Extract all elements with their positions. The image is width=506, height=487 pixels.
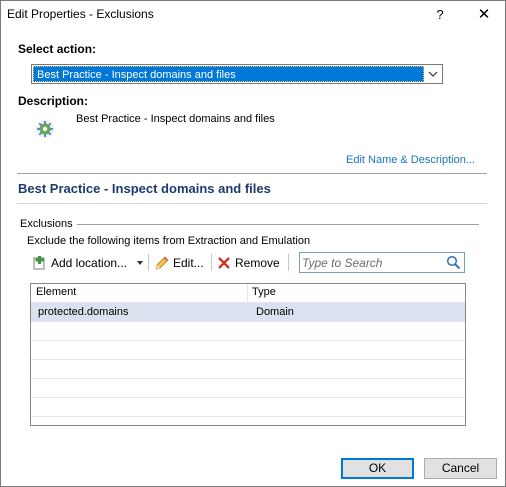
cell-element: protected.domains [38, 306, 129, 318]
search-input[interactable] [302, 255, 440, 270]
exclusions-description: Exclude the following items from Extract… [27, 235, 311, 247]
action-dropdown[interactable]: Best Practice - Inspect domains and file… [31, 64, 443, 84]
toolbar-separator [211, 254, 212, 271]
table-row-empty [31, 341, 465, 360]
x-icon [218, 257, 230, 269]
ok-button[interactable]: OK [341, 458, 414, 479]
description-label: Description: [18, 94, 89, 108]
pencil-icon [155, 256, 169, 270]
section-title: Best Practice - Inspect domains and file… [18, 181, 271, 196]
help-button[interactable]: ? [426, 2, 454, 28]
table-row-empty [31, 360, 465, 379]
table-header: Element Type [31, 284, 465, 303]
table-row-empty [31, 379, 465, 398]
edit-button[interactable]: Edit... [154, 254, 204, 272]
edit-name-description-link[interactable]: Edit Name & Description... [346, 154, 475, 166]
table-row-empty [31, 398, 465, 417]
search-box[interactable] [299, 252, 465, 273]
table-row-empty [31, 322, 465, 341]
cell-type: Domain [256, 306, 294, 318]
add-icon [33, 256, 45, 270]
add-location-button[interactable]: Add location... [32, 254, 127, 272]
window-title: Edit Properties - Exclusions [7, 7, 154, 21]
group-divider [75, 224, 479, 225]
select-action-label: Select action: [18, 42, 97, 56]
edit-properties-dialog: Edit Properties - Exclusions ? ✕ Select … [0, 0, 506, 487]
divider [17, 203, 487, 204]
remove-button[interactable]: Remove [217, 254, 280, 272]
edit-label: Edit... [173, 256, 204, 270]
close-button[interactable]: ✕ [467, 2, 501, 28]
cancel-button[interactable]: Cancel [424, 458, 497, 479]
column-header-element[interactable]: Element [36, 286, 76, 298]
action-dropdown-value: Best Practice - Inspect domains and file… [33, 66, 424, 82]
toolbar-separator [288, 254, 289, 271]
divider [17, 173, 487, 174]
description-text: Best Practice - Inspect domains and file… [76, 113, 275, 125]
settings-gear-icon [36, 120, 54, 138]
table-row[interactable]: protected.domains Domain [31, 303, 465, 322]
search-icon[interactable] [446, 255, 461, 270]
chevron-down-icon [428, 71, 438, 77]
toolbar-separator [148, 254, 149, 271]
exclusions-group-label: Exclusions [20, 218, 77, 230]
add-location-label: Add location... [51, 256, 128, 270]
column-separator[interactable] [247, 284, 248, 303]
column-header-type[interactable]: Type [252, 286, 276, 298]
exclusions-table[interactable]: Element Type protected.domains Domain [30, 283, 466, 426]
remove-label: Remove [235, 256, 280, 270]
title-bar: Edit Properties - Exclusions ? ✕ [1, 1, 505, 31]
dropdown-arrow-icon[interactable] [136, 260, 144, 266]
